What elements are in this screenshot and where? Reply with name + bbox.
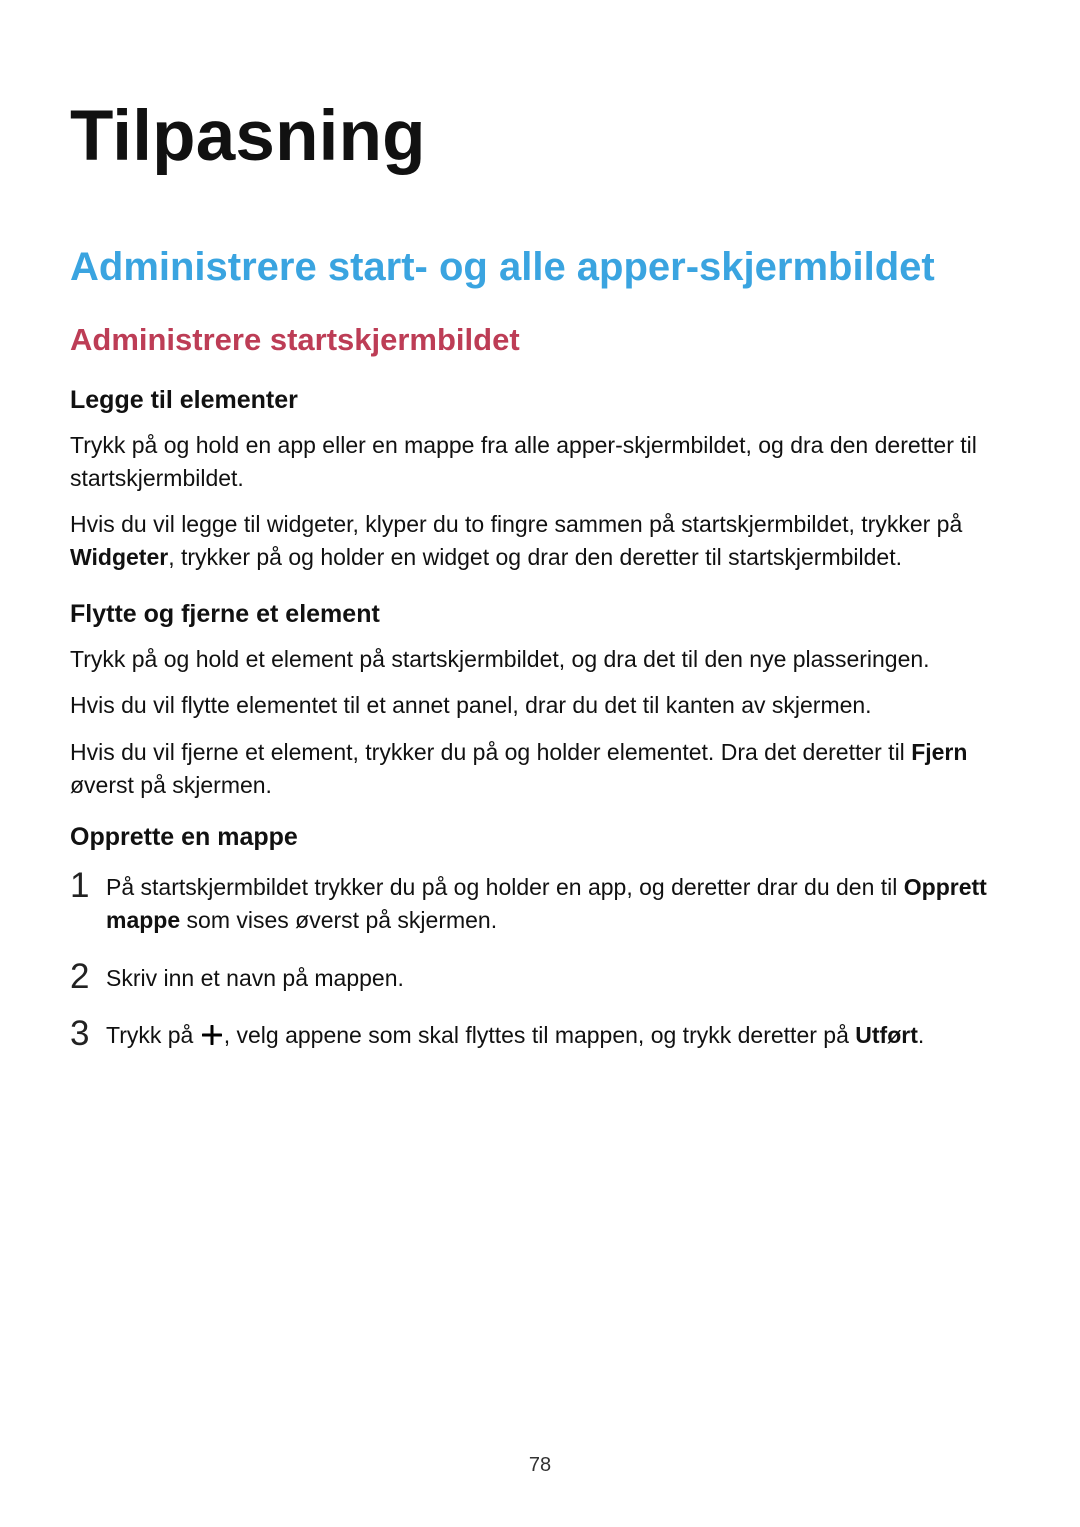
block-create-folder: Opprette en mappe 1 På startskjermbildet… bbox=[70, 823, 1010, 1052]
step-1-post: som vises øverst på skjermen. bbox=[180, 907, 497, 933]
step-3: 3 Trykk på , velg appene som skal flytte… bbox=[70, 1014, 1010, 1052]
para-move-3: Hvis du vil fjerne et element, trykker d… bbox=[70, 736, 1010, 801]
step-number-3: 3 bbox=[70, 1016, 106, 1051]
para-move-3-bold: Fjern bbox=[911, 739, 967, 765]
para-add-2-post: , trykker på og holder en widget og drar… bbox=[168, 544, 902, 570]
para-add-2: Hvis du vil legge til widgeter, klyper d… bbox=[70, 508, 1010, 573]
step-3-bold: Utført bbox=[855, 1022, 918, 1048]
step-number-1: 1 bbox=[70, 868, 106, 903]
step-2-text: Skriv inn et navn på mappen. bbox=[106, 962, 404, 995]
block-move-items: Flytte og fjerne et element Trykk på og … bbox=[70, 600, 1010, 802]
heading-create-folder: Opprette en mappe bbox=[70, 823, 1010, 852]
block-add-items: Legge til elementer Trykk på og hold en … bbox=[70, 386, 1010, 574]
para-move-3-post: øverst på skjermen. bbox=[70, 772, 272, 798]
step-number-2: 2 bbox=[70, 959, 106, 994]
para-move-2: Hvis du vil flytte elementet til et anne… bbox=[70, 689, 1010, 722]
subsection-title: Administrere startskjermbildet bbox=[70, 322, 1010, 358]
step-1: 1 På startskjermbildet trykker du på og … bbox=[70, 866, 1010, 936]
heading-add-items: Legge til elementer bbox=[70, 386, 1010, 415]
page-number: 78 bbox=[0, 1454, 1080, 1477]
step-3-pre: Trykk på bbox=[106, 1022, 200, 1048]
para-move-1: Trykk på og hold et element på startskje… bbox=[70, 643, 1010, 676]
para-add-1: Trykk på og hold en app eller en mappe f… bbox=[70, 429, 1010, 494]
para-add-2-bold: Widgeter bbox=[70, 544, 168, 570]
para-move-3-pre: Hvis du vil fjerne et element, trykker d… bbox=[70, 739, 911, 765]
para-add-2-pre: Hvis du vil legge til widgeter, klyper d… bbox=[70, 511, 962, 537]
section-title: Administrere start- og alle apper-skjerm… bbox=[70, 245, 1010, 290]
step-2: 2 Skriv inn et navn på mappen. bbox=[70, 957, 1010, 995]
document-page: Tilpasning Administrere start- og alle a… bbox=[0, 0, 1080, 1527]
heading-move-items: Flytte og fjerne et element bbox=[70, 600, 1010, 629]
steps-list: 1 På startskjermbildet trykker du på og … bbox=[70, 866, 1010, 1052]
step-3-post: . bbox=[918, 1022, 924, 1048]
plus-icon bbox=[202, 1021, 222, 1041]
step-1-pre: På startskjermbildet trykker du på og ho… bbox=[106, 874, 904, 900]
step-3-mid: , velg appene som skal flyttes til mappe… bbox=[224, 1022, 856, 1048]
page-title: Tilpasning bbox=[70, 96, 1010, 177]
